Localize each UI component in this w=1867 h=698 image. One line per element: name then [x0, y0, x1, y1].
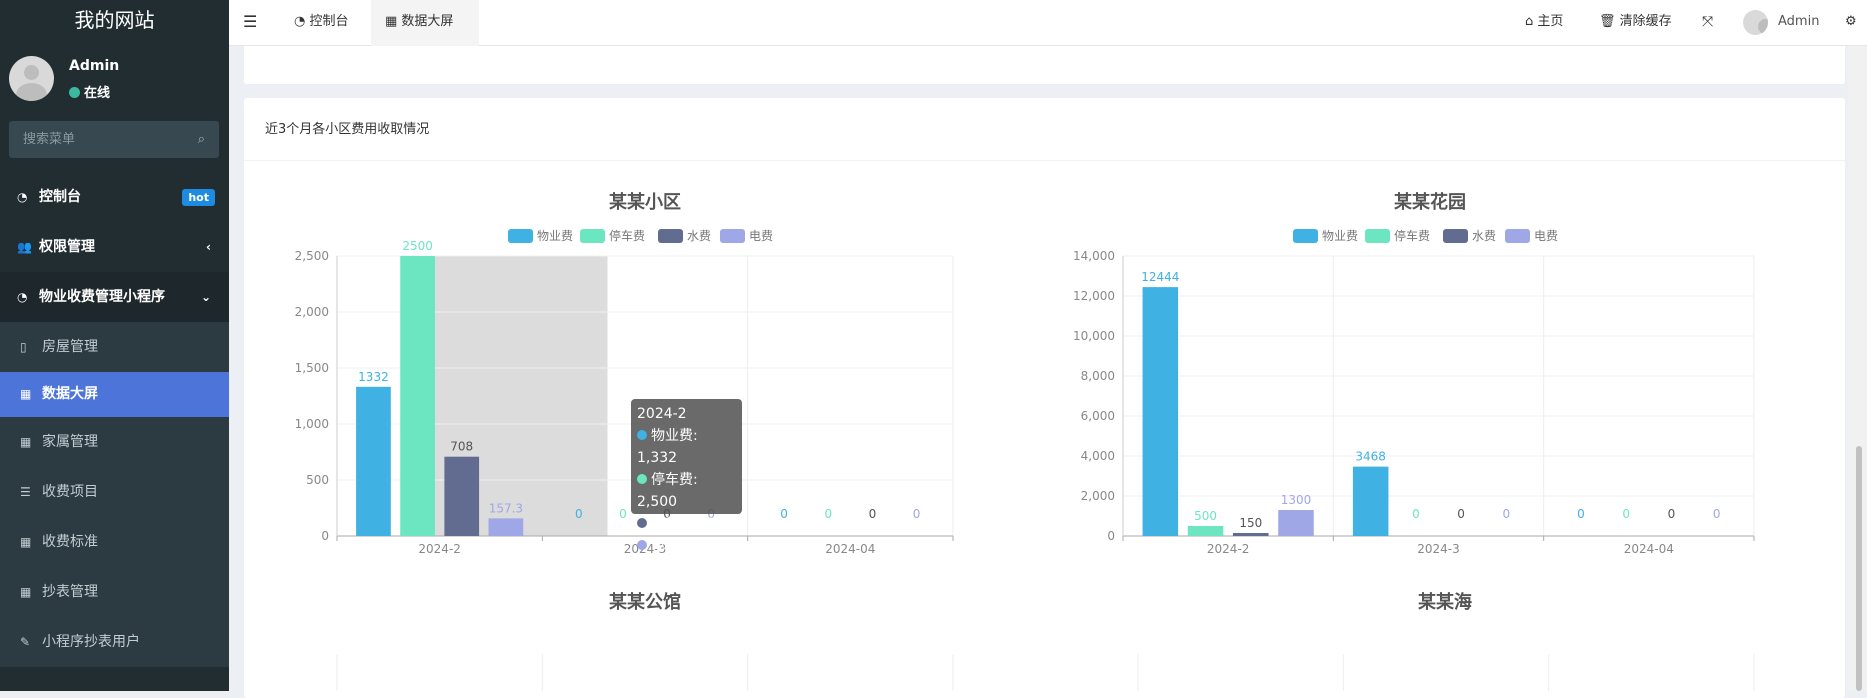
- legend-label: 停车费: [1394, 228, 1430, 243]
- legend-swatch: [720, 229, 745, 243]
- y-tick-label: 10,000: [1073, 329, 1115, 343]
- data-label: 0: [913, 507, 921, 521]
- tooltip-row: 电费: 157.3: [637, 535, 736, 557]
- bar: [356, 386, 391, 536]
- legend-swatch: [580, 229, 605, 243]
- data-label: 1300: [1281, 493, 1312, 507]
- legend-label: 停车费: [609, 228, 645, 243]
- legend-label: 物业费: [1322, 229, 1358, 243]
- y-tick-label: 4,000: [1081, 449, 1115, 463]
- tooltip-value: 水费: 708: [651, 516, 715, 532]
- chart-title: 某某小区: [609, 191, 681, 213]
- data-label: 3468: [1355, 450, 1386, 464]
- legend-label: 水费: [687, 229, 711, 243]
- y-tick-label: 6,000: [1081, 409, 1115, 423]
- legend-swatch: [1505, 229, 1530, 243]
- legend-swatch: [1443, 229, 1468, 243]
- y-tick-label: 14,000: [1073, 249, 1115, 263]
- y-tick-label: 2,000: [1081, 489, 1115, 503]
- chart-title: 某某公馆: [609, 591, 681, 613]
- tooltip-row: 停车费: 2,500: [637, 469, 736, 513]
- bar: [1187, 526, 1224, 536]
- charts-svg: 某某小区 0 500 1,000 1,500 2,000 2,500 2024-2 2024-3…: [295, 191, 1755, 691]
- data-label: 150: [1239, 516, 1262, 530]
- series-dot-icon: [637, 518, 647, 528]
- legend-label: 电费: [1534, 229, 1558, 243]
- bar: [444, 456, 480, 536]
- data-label: 0: [869, 507, 877, 521]
- data-label: 0: [1577, 507, 1585, 521]
- data-label: 0: [780, 507, 788, 521]
- data-label: 500: [1194, 509, 1217, 523]
- data-label: 157.3: [489, 501, 523, 515]
- bar: [400, 256, 435, 536]
- legend-label: 电费: [749, 229, 773, 243]
- chart-title: 某某花园: [1394, 191, 1466, 213]
- data-label: 0: [619, 507, 627, 521]
- tooltip-row: 物业费: 1,332: [637, 425, 736, 469]
- scrollbar-thumb[interactable]: [1856, 446, 1862, 691]
- data-label: 2500: [402, 239, 433, 253]
- legend-label: 物业费: [537, 229, 573, 243]
- series-dot-icon: [637, 430, 647, 440]
- bar: [1278, 510, 1314, 536]
- y-tick-label: 0: [1107, 529, 1115, 543]
- legend-label: 水费: [1472, 229, 1496, 243]
- y-tick-label: 12,000: [1073, 289, 1115, 303]
- bar: [488, 518, 524, 536]
- tooltip-value: 电费: 157.3: [651, 538, 729, 554]
- chart-title: 某某海: [1418, 591, 1472, 613]
- data-label: 12444: [1141, 270, 1179, 284]
- data-label: 0: [1622, 507, 1630, 521]
- y-tick-label: 2,500: [295, 249, 329, 263]
- x-tick-label: 2024-2: [418, 542, 461, 556]
- x-tick-label: 2024-3: [1417, 542, 1460, 556]
- data-label: 0: [1412, 507, 1420, 521]
- y-tick-label: 8,000: [1081, 369, 1115, 383]
- data-label: 0: [1457, 507, 1465, 521]
- legend-swatch: [1365, 229, 1390, 243]
- bar: [1352, 466, 1389, 536]
- x-tick-label: 2024-2: [1207, 542, 1250, 556]
- legend-swatch: [658, 229, 683, 243]
- data-label: 0: [1713, 507, 1721, 521]
- legend-swatch: [1293, 229, 1318, 243]
- y-tick-label: 1,500: [295, 361, 329, 375]
- series-dot-icon: [637, 474, 647, 484]
- data-label: 0: [824, 507, 832, 521]
- legend-swatch: [508, 229, 533, 243]
- data-label: 1332: [358, 370, 389, 384]
- x-tick-label: 2024-04: [1624, 542, 1674, 556]
- y-tick-label: 2,000: [295, 305, 329, 319]
- y-tick-label: 1,000: [295, 417, 329, 431]
- tooltip-title: 2024-2: [637, 406, 687, 422]
- x-tick-label: 2024-04: [825, 542, 875, 556]
- data-label: 0: [1503, 507, 1511, 521]
- series-dot-icon: [637, 540, 647, 550]
- data-label: 0: [1668, 507, 1676, 521]
- data-label: 0: [575, 507, 583, 521]
- data-label: 708: [450, 440, 473, 454]
- y-tick-label: 500: [306, 473, 329, 487]
- bar: [1142, 287, 1179, 536]
- bar: [1233, 533, 1269, 536]
- tooltip-row: 水费: 708: [637, 513, 736, 535]
- y-tick-label: 0: [321, 529, 329, 543]
- chart-tooltip: 2024-2 物业费: 1,332 停车费: 2,500 水费: 708 电费:…: [631, 399, 742, 554]
